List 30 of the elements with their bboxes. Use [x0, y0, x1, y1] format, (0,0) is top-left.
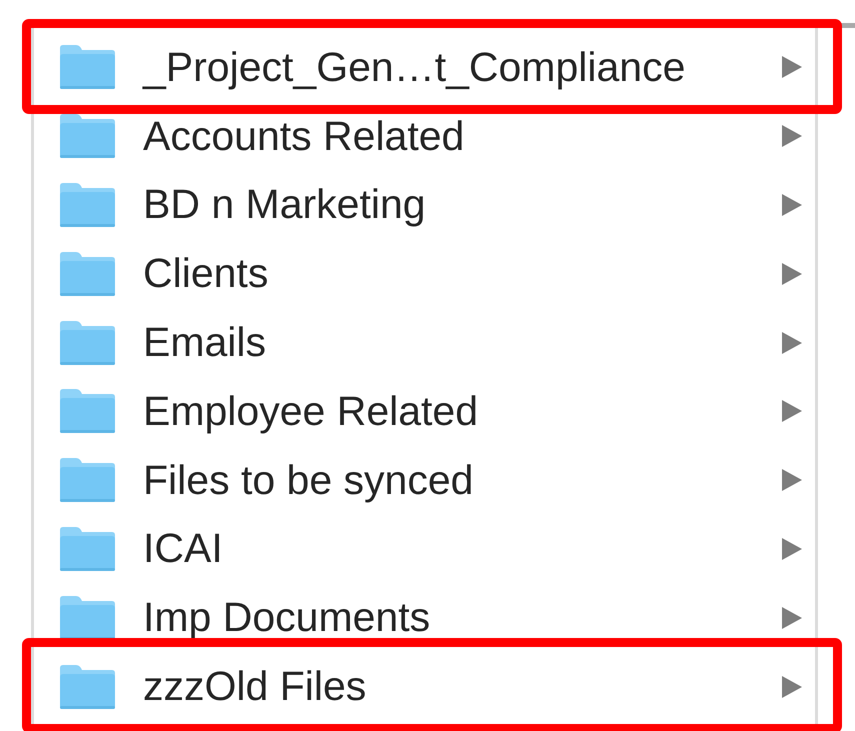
- folder-icon: [58, 664, 116, 710]
- disclosure-arrow-icon: [781, 330, 803, 355]
- disclosure-arrow-icon: [781, 192, 803, 217]
- folder-name[interactable]: Employee Related: [143, 388, 781, 435]
- folder-icon: [58, 182, 116, 228]
- folder-icon: [58, 594, 116, 641]
- folder-icon: [58, 250, 116, 297]
- disclosure-arrow-icon: [781, 674, 803, 699]
- disclosure-arrow-icon: [781, 536, 803, 561]
- folder-icon: [58, 526, 116, 572]
- folder-name[interactable]: Imp Documents: [143, 594, 781, 642]
- folder-icon: [58, 388, 116, 434]
- disclosure-arrow-icon: [781, 55, 803, 80]
- folder-name[interactable]: Accounts Related: [143, 112, 781, 160]
- folder-name[interactable]: Files to be synced: [143, 456, 781, 504]
- folder-icon: [58, 44, 116, 90]
- folder-icon: [58, 113, 116, 160]
- folder-icon: [58, 320, 116, 366]
- disclosure-arrow-icon: [781, 468, 803, 492]
- folder-icon: [58, 457, 116, 504]
- disclosure-arrow-icon: [781, 399, 803, 424]
- folder-name[interactable]: _Project_Gen…t_Compliance: [143, 44, 781, 91]
- folder-name[interactable]: BD n Marketing: [143, 181, 781, 228]
- folder-name[interactable]: ICAI: [143, 525, 781, 572]
- disclosure-arrow-icon: [781, 262, 803, 286]
- folder-name[interactable]: Emails: [143, 319, 781, 366]
- disclosure-arrow-icon: [781, 124, 803, 148]
- disclosure-arrow-icon: [781, 606, 803, 630]
- folder-name[interactable]: Clients: [143, 250, 781, 298]
- folder-name[interactable]: zzzOld Files: [143, 663, 781, 710]
